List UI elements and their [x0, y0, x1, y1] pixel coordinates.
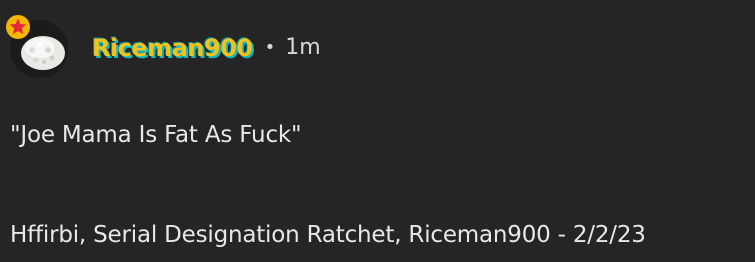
message-quote: "Joe Mama Is Fat As Fuck"	[10, 122, 302, 148]
message-header: Riceman900 • 1m	[6, 15, 321, 80]
message-credits: Hffirbi, Serial Designation Ratchet, Ric…	[10, 222, 646, 248]
username[interactable]: Riceman900	[92, 34, 253, 62]
chat-message: Riceman900 • 1m "Joe Mama Is Fat As Fuck…	[0, 0, 755, 262]
avatar-container[interactable]	[6, 15, 68, 78]
timestamp[interactable]: 1m	[285, 35, 320, 60]
separator-dot: •	[264, 37, 276, 58]
star-badge-icon	[6, 15, 30, 39]
author-row: Riceman900 • 1m	[92, 34, 321, 62]
